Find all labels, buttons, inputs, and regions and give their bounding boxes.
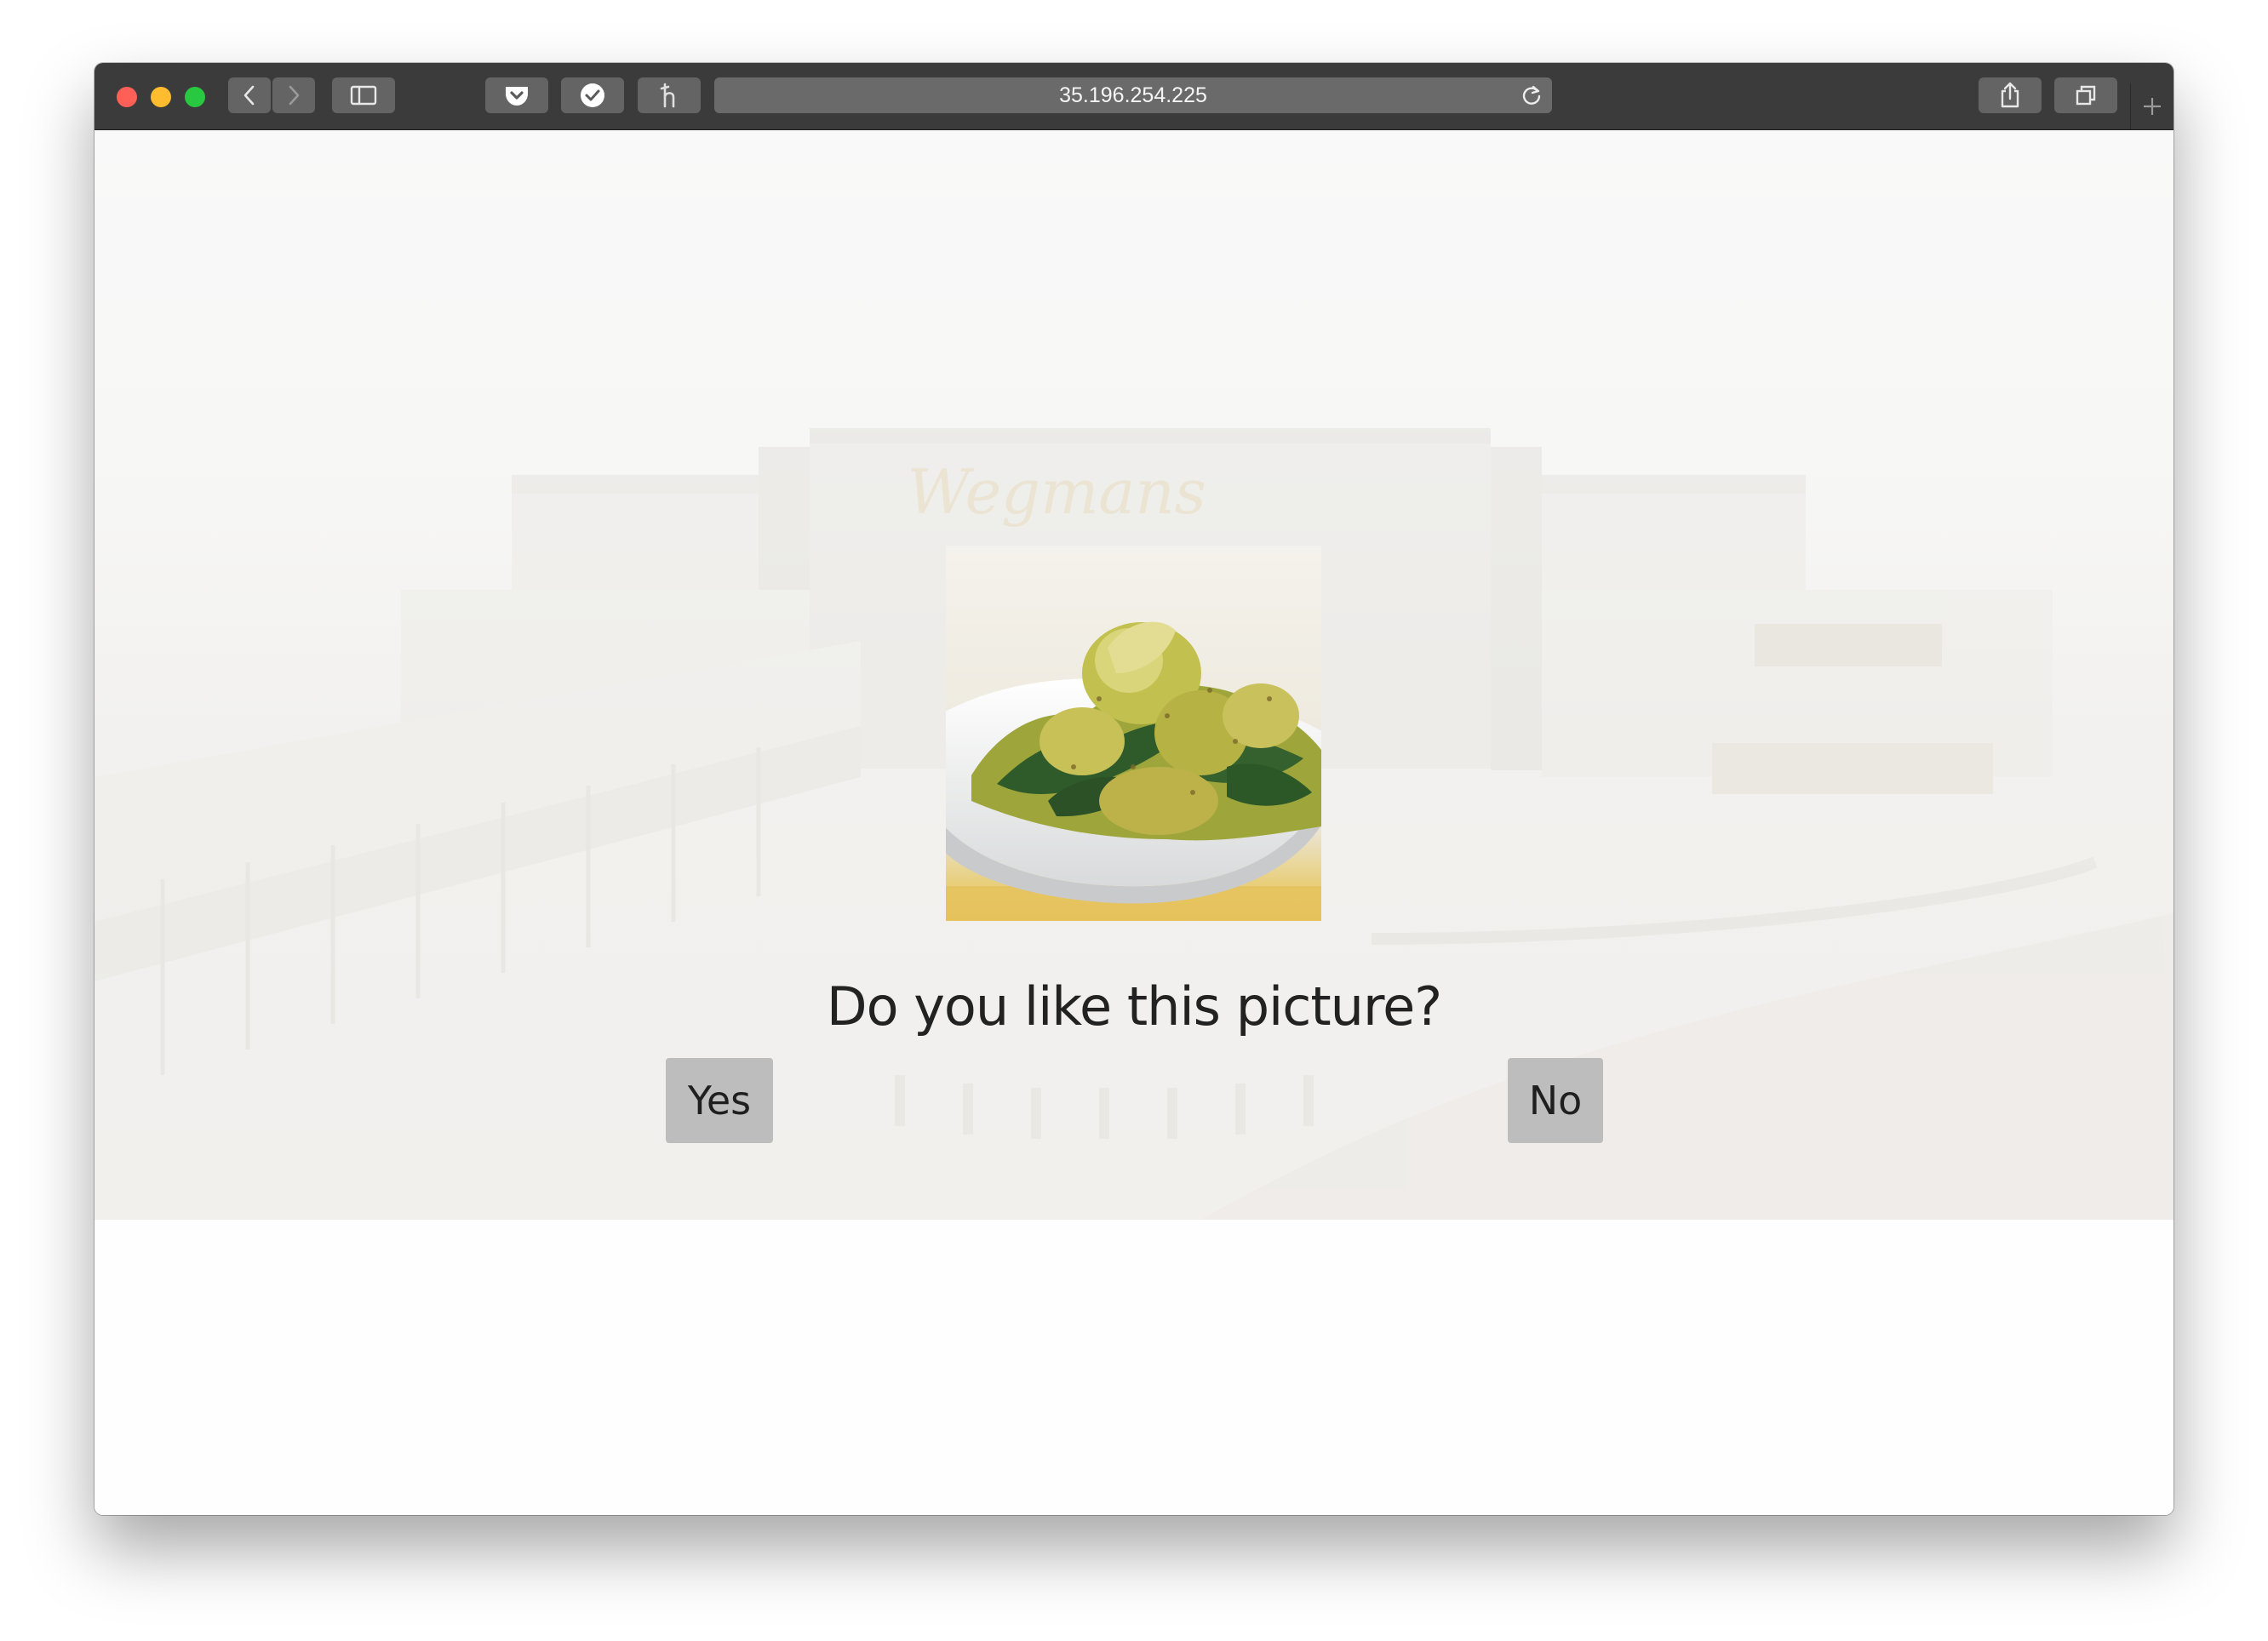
yes-button[interactable]: Yes <box>666 1058 773 1143</box>
tab-overview-button[interactable] <box>2054 77 2117 113</box>
question-heading: Do you like this picture? <box>826 975 1442 1038</box>
honey-extension-button[interactable] <box>638 77 701 113</box>
reload-icon[interactable] <box>1520 83 1544 107</box>
new-tab-button[interactable] <box>2130 83 2174 129</box>
chevron-right-icon <box>289 85 300 106</box>
browser-toolbar: 35.196.254.225 <box>94 63 2174 130</box>
background-sign-text: Wegmans <box>907 456 1206 528</box>
sidebar-toggle-button[interactable] <box>332 77 395 113</box>
address-bar[interactable]: 35.196.254.225 <box>714 77 1552 113</box>
chevron-left-icon <box>243 85 255 106</box>
tabs-icon <box>2076 85 2096 106</box>
minimize-window-button[interactable] <box>151 87 171 107</box>
share-icon <box>2001 82 2019 108</box>
sidebar-icon <box>350 85 377 106</box>
zoom-window-button[interactable] <box>185 87 205 107</box>
food-image <box>946 546 1321 921</box>
pocket-icon <box>506 87 528 106</box>
checkmark-extension-button[interactable] <box>561 77 624 113</box>
pocket-extension-button[interactable] <box>485 77 548 113</box>
hero-section: Wegmans Do you like this picture? Yes No <box>94 130 2174 1220</box>
honey-h-icon <box>660 83 675 108</box>
close-window-button[interactable] <box>117 87 137 107</box>
url-text: 35.196.254.225 <box>1059 83 1207 107</box>
share-button[interactable] <box>1979 77 2042 113</box>
forward-button[interactable] <box>272 77 315 113</box>
check-circle-icon <box>581 83 604 107</box>
browser-window: 35.196.254.225 Wegmans Do you like this … <box>94 63 2174 1515</box>
back-button[interactable] <box>228 77 271 113</box>
food-picture <box>946 546 1321 921</box>
page-content: Wegmans Do you like this picture? Yes No <box>94 130 2174 1515</box>
no-button[interactable]: No <box>1508 1058 1603 1143</box>
plus-icon <box>2144 98 2161 115</box>
